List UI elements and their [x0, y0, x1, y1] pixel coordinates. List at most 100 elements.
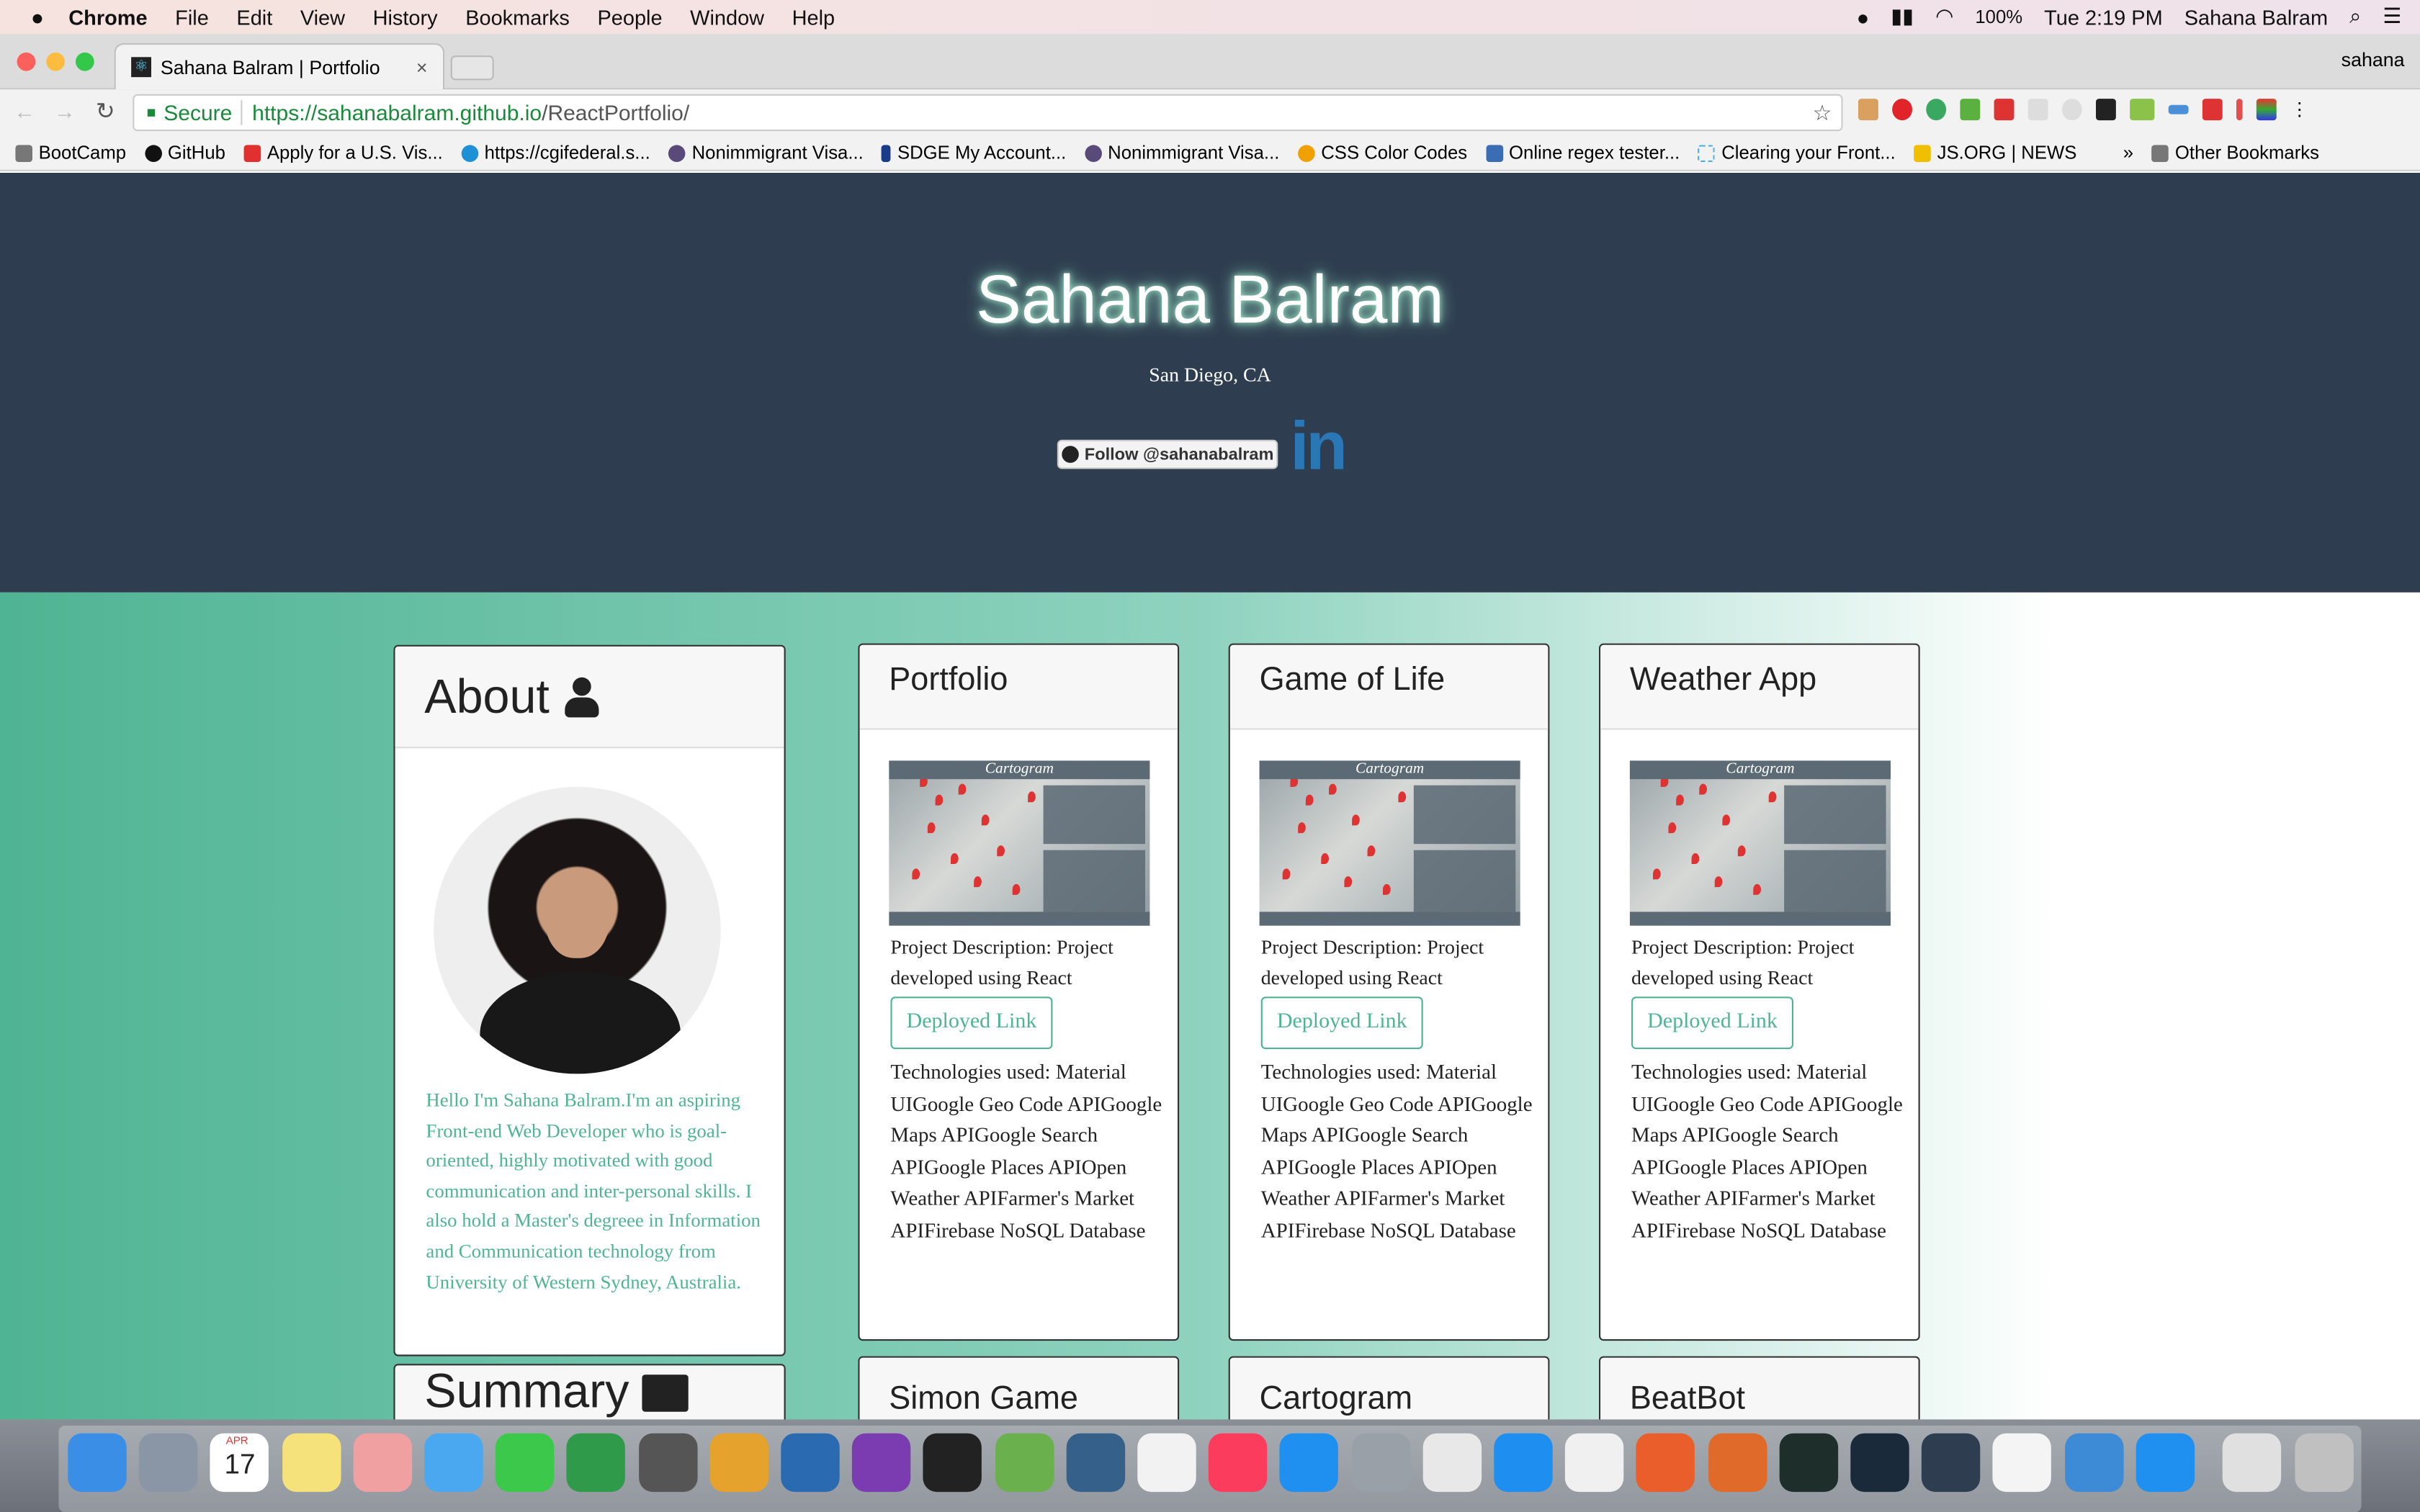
- bookmark-star-icon[interactable]: ☆: [1813, 99, 1832, 125]
- dock-finder-icon[interactable]: [68, 1433, 127, 1493]
- notification-center-icon[interactable]: ☰: [2383, 4, 2401, 29]
- dock-chrome-icon[interactable]: [709, 1433, 768, 1493]
- bookmark-nonimmigrant-visa-2[interactable]: Nonimmigrant Visa...: [1085, 142, 1279, 163]
- bookmarks-overflow-button[interactable]: »: [2123, 142, 2133, 163]
- bookmark-nonimmigrant-visa[interactable]: Nonimmigrant Visa...: [668, 142, 864, 163]
- dock-terminal-icon[interactable]: [923, 1433, 982, 1493]
- react-devtools-icon[interactable]: [2096, 99, 2116, 121]
- map-pin-icon: [1352, 814, 1360, 826]
- project-title: Game of Life: [1259, 662, 1446, 698]
- extension-icon[interactable]: [1858, 99, 1878, 121]
- github-follow-button[interactable]: Follow @sahanabalram: [1057, 439, 1278, 469]
- deployed-link-button[interactable]: Deployed Link: [1260, 996, 1423, 1050]
- dock-sublime-icon[interactable]: [1137, 1433, 1196, 1493]
- dock-sourcetree-icon[interactable]: [995, 1433, 1054, 1493]
- dock-keynote-icon[interactable]: [1422, 1433, 1482, 1493]
- linkedin-icon[interactable]: in: [1290, 409, 1348, 486]
- project-thumbnail[interactable]: Cartogram: [1259, 760, 1520, 926]
- dock-launchpad-icon[interactable]: [139, 1433, 198, 1493]
- bookmark-bootcamp[interactable]: BootCamp: [15, 142, 126, 163]
- menu-history[interactable]: History: [373, 6, 438, 29]
- dock-notes-icon[interactable]: [282, 1433, 341, 1493]
- project-thumbnail[interactable]: Cartogram: [1629, 760, 1891, 926]
- minimize-window-button[interactable]: [46, 52, 65, 71]
- dock-zoom-icon[interactable]: [1494, 1433, 1553, 1493]
- bookmark-clearing-front[interactable]: Clearing your Front...: [1698, 142, 1896, 163]
- deployed-link-button[interactable]: Deployed Link: [890, 996, 1053, 1050]
- menu-app-chrome[interactable]: Chrome: [68, 6, 147, 29]
- user-name[interactable]: Sahana Balram: [2184, 6, 2328, 29]
- layout-icon[interactable]: ▮▮: [1891, 4, 1914, 29]
- dock-itunes-icon[interactable]: [1209, 1433, 1268, 1493]
- new-extension-icon[interactable]: [2130, 99, 2155, 121]
- check-extension-icon[interactable]: [1960, 99, 1981, 121]
- deployed-link-button[interactable]: Deployed Link: [1631, 996, 1793, 1050]
- clock[interactable]: Tue 2:19 PM: [2044, 6, 2163, 29]
- reload-icon[interactable]: ↻: [96, 97, 115, 125]
- bookmark-us-visa[interactable]: Apply for a U.S. Vis...: [243, 142, 443, 163]
- project-thumbnail[interactable]: Cartogram: [889, 760, 1150, 926]
- bookmark-css-color-codes[interactable]: CSS Color Codes: [1298, 142, 1467, 163]
- menu-edit[interactable]: Edit: [236, 6, 272, 29]
- dock-numbers-icon[interactable]: [1636, 1433, 1695, 1493]
- new-tab-button[interactable]: [450, 55, 494, 81]
- opera-extension-icon[interactable]: [1892, 99, 1912, 121]
- dock-preview-icon[interactable]: [1351, 1433, 1410, 1493]
- apple-icon[interactable]: ●: [31, 4, 44, 29]
- gmail-extension-icon[interactable]: [1994, 99, 2015, 121]
- bookmark-sdge[interactable]: SDGE My Account...: [882, 142, 1066, 163]
- spotlight-icon[interactable]: ⌕: [2349, 4, 2361, 29]
- v-extension-icon[interactable]: [2027, 99, 2048, 121]
- dock-mamp-icon[interactable]: [2064, 1433, 2123, 1493]
- seal-icon: [1085, 144, 1102, 161]
- dock-archive-icon[interactable]: [2222, 1433, 2282, 1493]
- dock-system-preferences-icon[interactable]: [638, 1433, 697, 1493]
- dock-mysql-workbench-icon[interactable]: [1066, 1433, 1125, 1493]
- status-icon[interactable]: ●: [1857, 6, 1869, 29]
- pen-extension-icon[interactable]: [2236, 99, 2243, 121]
- wifi-icon[interactable]: ◠: [1935, 4, 1953, 29]
- tab-portfolio[interactable]: ⚛ Sahana Balram | Portfolio ×: [114, 43, 445, 90]
- dock-gitkraken-icon[interactable]: [1850, 1433, 1909, 1493]
- dock-vscode-icon[interactable]: [781, 1433, 840, 1493]
- bookmark-github[interactable]: GitHub: [144, 142, 225, 163]
- close-window-button[interactable]: [17, 52, 36, 71]
- arrows-extension-icon[interactable]: [2168, 104, 2189, 114]
- menu-bookmarks[interactable]: Bookmarks: [465, 6, 570, 29]
- circle-extension-icon[interactable]: [2061, 99, 2082, 121]
- menu-people[interactable]: People: [597, 6, 662, 29]
- dock-hangouts-icon[interactable]: [567, 1433, 626, 1493]
- bookmark-cgifederal[interactable]: https://cgifederal.s...: [461, 142, 650, 163]
- dock-safari-icon[interactable]: [2136, 1433, 2195, 1493]
- dock-activity-monitor-icon[interactable]: [1779, 1433, 1838, 1493]
- maximize-window-button[interactable]: [76, 52, 94, 71]
- menu-window[interactable]: Window: [690, 6, 764, 29]
- color-extension-icon[interactable]: [2256, 99, 2277, 121]
- dock-document-icon[interactable]: [1993, 1433, 2052, 1493]
- address-bar[interactable]: ■ Secure https://sahanabalram.github.io …: [133, 94, 1843, 132]
- dock-pages-icon[interactable]: [1565, 1433, 1624, 1493]
- bookmark-regex-tester[interactable]: Online regex tester...: [1485, 142, 1680, 163]
- green-extension-icon[interactable]: [1926, 99, 1947, 121]
- bookmark-jsorg[interactable]: JS.ORG | NEWS: [1914, 142, 2076, 163]
- cors-extension-icon[interactable]: [2202, 99, 2223, 121]
- dock-trash-icon[interactable]: [2295, 1433, 2354, 1493]
- menu-help[interactable]: Help: [792, 6, 835, 29]
- dock-messages-icon[interactable]: [424, 1433, 483, 1493]
- dock-cursor-app-icon[interactable]: [1922, 1433, 1981, 1493]
- about-header: About: [395, 646, 784, 749]
- dock-photos-icon[interactable]: [353, 1433, 412, 1493]
- dock-facetime-icon[interactable]: [496, 1433, 555, 1493]
- dock-app-store-icon[interactable]: [1280, 1433, 1339, 1493]
- back-icon[interactable]: ←: [14, 99, 35, 123]
- profile-name[interactable]: sahana: [2341, 50, 2405, 71]
- chrome-menu-icon[interactable]: ⋮: [2290, 99, 2309, 120]
- tab-close-icon[interactable]: ×: [416, 56, 428, 78]
- menu-file[interactable]: File: [175, 6, 209, 29]
- dock-onenote-icon[interactable]: [852, 1433, 911, 1493]
- battery-status[interactable]: 100%: [1975, 6, 2022, 28]
- dock-postman-icon[interactable]: [1708, 1433, 1767, 1493]
- other-bookmarks[interactable]: Other Bookmarks: [2151, 142, 2319, 163]
- forward-icon[interactable]: →: [54, 99, 76, 123]
- menu-view[interactable]: View: [300, 6, 345, 29]
